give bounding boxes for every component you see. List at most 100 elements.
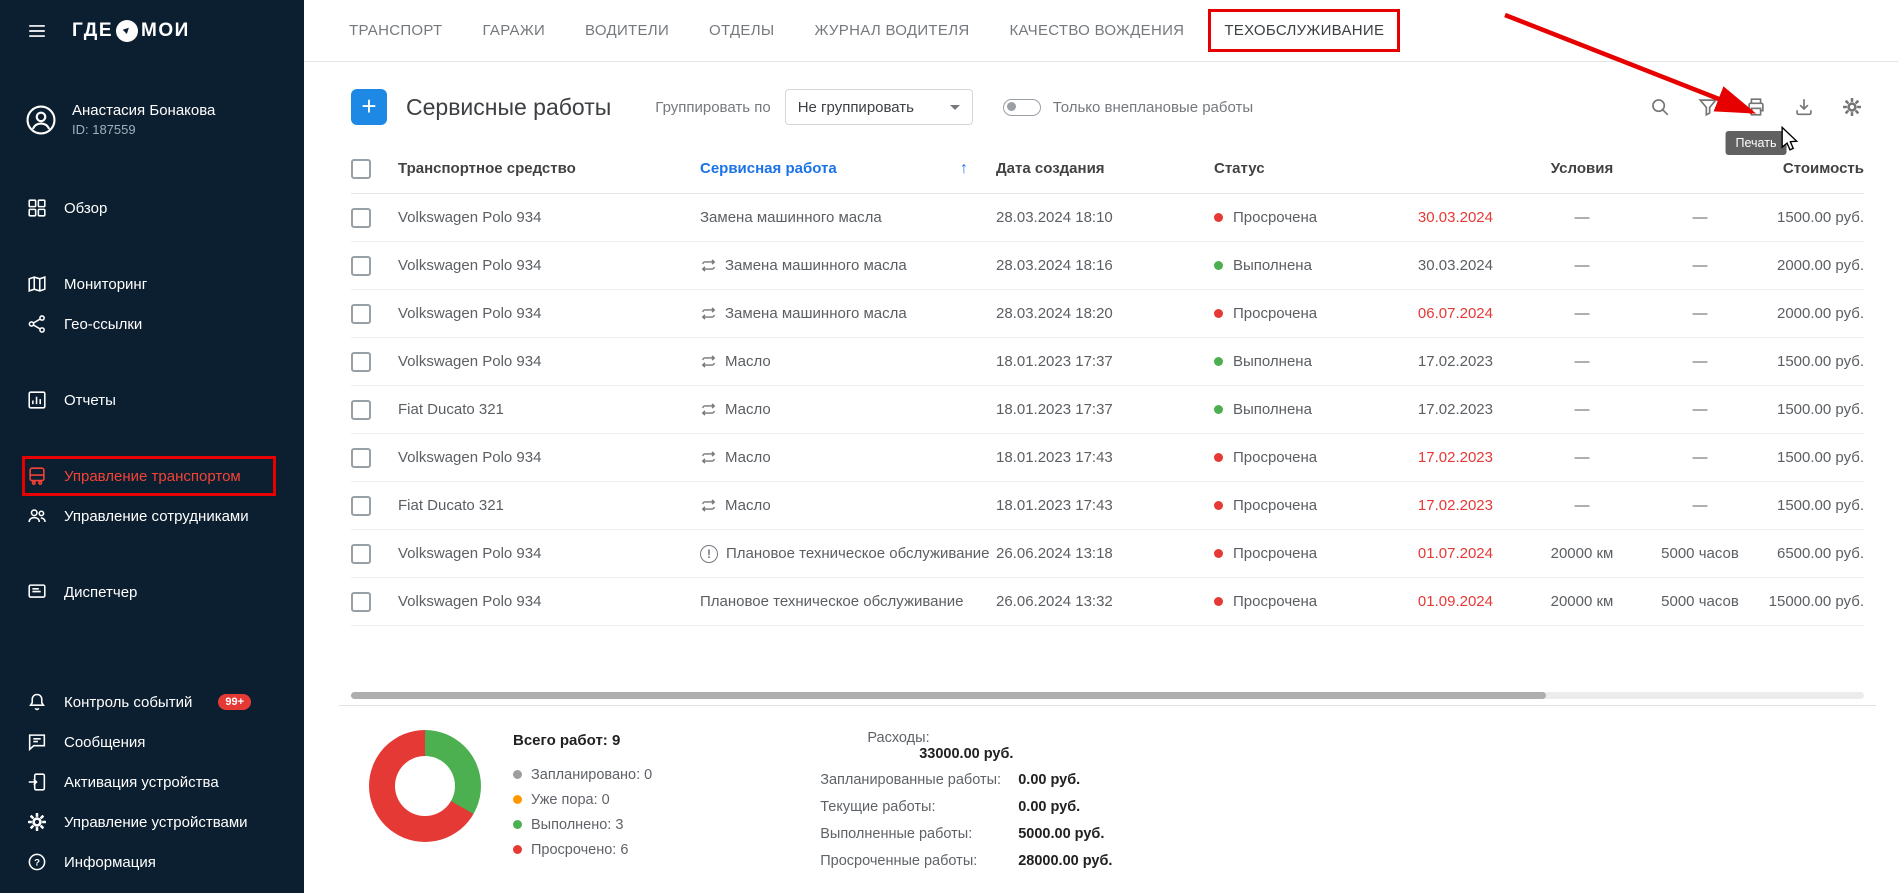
add-service-work-button[interactable]: + [351,89,387,125]
avatar [24,103,58,137]
cell-work: Масло [700,401,996,418]
sidebar-item-device-management[interactable]: Управление устройствами [0,802,304,842]
header-conditions[interactable]: Условия [1523,160,1641,177]
legend-item-done: Выполнено: 3 [513,812,652,837]
row-checkbox[interactable] [351,352,371,372]
sidebar-nav: Обзор Мониторинг Гео-ссылки Отчеты Управ… [0,188,304,882]
cell-condition-km: — [1523,449,1641,466]
sidebar-item-event-control[interactable]: Контроль событий 99+ [0,682,304,722]
sidebar-item-employee-management[interactable]: Управление сотрудниками [0,496,304,536]
tab-maintenance[interactable]: ТЕХОБСЛУЖИВАНИЕ [1204,0,1404,61]
status-dot [1214,261,1223,270]
expenses-value: 33000.00 руб. [919,746,1013,762]
tab-garages[interactable]: ГАРАЖИ [462,0,565,61]
toolbar-icons: Печать [1648,95,1864,119]
table-row: Fiat Ducato 321 Масло 18.01.2023 17:37 В… [351,386,1864,434]
print-icon [1745,96,1767,118]
dashboard-icon [26,197,48,219]
cell-condition-km: — [1523,401,1641,418]
app-window: ГДЕ ▲ МОИ Анастасия Бонакова ID: 187559 … [0,0,1898,893]
header-vehicle[interactable]: Транспортное средство [398,160,700,177]
cell-work: Замена машинного масла [700,305,996,322]
table-row: Fiat Ducato 321 Масло 18.01.2023 17:43 П… [351,482,1864,530]
table-header: Транспортное средство Сервисная работа↑ … [351,144,1864,194]
sidebar-item-information[interactable]: ? Информация [0,842,304,882]
tab-driver-journal[interactable]: ЖУРНАЛ ВОДИТЕЛЯ [794,0,989,61]
sidebar-item-label: Активация устройства [64,774,219,791]
cell-condition-km: — [1523,209,1641,226]
cell-due-date: 01.09.2024 [1411,593,1523,610]
sidebar-item-fleet-management[interactable]: Управление транспортом [0,456,304,496]
header-service-work[interactable]: Сервисная работа↑ [700,160,996,178]
sidebar-item-label: Управление сотрудниками [64,508,249,525]
user-profile[interactable]: Анастасия Бонакова ID: 187559 [0,102,304,137]
cell-status: Просрочена [1214,305,1411,322]
sidebar-item-device-activation[interactable]: Активация устройства [0,762,304,802]
unplanned-only-toggle[interactable] [1003,99,1041,116]
print-button[interactable]: Печать [1744,95,1768,119]
legend-dot-red [513,845,522,854]
tab-drivers[interactable]: ВОДИТЕЛИ [565,0,689,61]
tab-driving-quality[interactable]: КАЧЕСТВО ВОЖДЕНИЯ [989,0,1204,61]
header-cost[interactable]: Стоимость [1759,160,1864,177]
menu-icon[interactable] [26,20,48,42]
cell-work: Масло [700,497,996,514]
row-checkbox[interactable] [351,304,371,324]
filter-button[interactable] [1696,95,1720,119]
sidebar-item-label: Управление устройствами [64,814,248,831]
cell-created: 18.01.2023 17:37 [996,401,1214,418]
expense-row: Запланированные работы: 0.00 руб. [820,766,1112,793]
sidebar-item-label: Обзор [64,200,107,217]
row-checkbox[interactable] [351,544,371,564]
sort-asc-icon: ↑ [960,160,968,178]
sidebar-item-geo-links[interactable]: Гео-ссылки [0,304,304,344]
table-row: Volkswagen Polo 934 Масло 18.01.2023 17:… [351,338,1864,386]
cell-due-date: 01.07.2024 [1411,545,1523,562]
cell-cost: 15000.00 руб. [1759,593,1864,610]
cell-created: 28.03.2024 18:16 [996,257,1214,274]
cell-vehicle: Volkswagen Polo 934 [398,449,700,466]
scrollbar-thumb[interactable] [351,692,1546,699]
sidebar-item-dispatcher[interactable]: Диспетчер [0,572,304,612]
share-icon [26,313,48,335]
expense-row: Текущие работы: 0.00 руб. [820,793,1112,820]
tab-departments[interactable]: ОТДЕЛЫ [689,0,794,61]
settings-button[interactable] [1840,95,1864,119]
cell-due-date: 06.07.2024 [1411,305,1523,322]
header-created-date[interactable]: Дата создания [996,160,1214,177]
cell-cost: 2000.00 руб. [1759,305,1864,322]
sidebar-item-reports[interactable]: Отчеты [0,380,304,420]
group-by-value: Не группировать [798,99,914,116]
legend-dot-orange [513,795,522,804]
tab-transport[interactable]: ТРАНСПОРТ [329,0,462,61]
sidebar-item-overview[interactable]: Обзор [0,188,304,228]
group-by-dropdown[interactable]: Не группировать [785,89,973,125]
row-checkbox[interactable] [351,592,371,612]
cell-due-date: 30.03.2024 [1411,257,1523,274]
cell-status: Просрочена [1214,449,1411,466]
bus-icon [26,465,48,487]
row-checkbox[interactable] [351,400,371,420]
row-checkbox[interactable] [351,448,371,468]
cell-created: 18.01.2023 17:43 [996,497,1214,514]
repeat-icon [700,353,717,370]
status-dot [1214,501,1223,510]
cell-work: Масло [700,353,996,370]
question-icon: ? [26,851,48,873]
donut-legend: Всего работ: 9 Запланировано: 0 Уже пора… [513,730,652,874]
expenses-summary: Расходы: 33000.00 руб. Запланированные р… [820,730,1112,874]
people-icon [26,505,48,527]
search-button[interactable] [1648,95,1672,119]
cell-created: 28.03.2024 18:10 [996,209,1214,226]
cell-condition-km: — [1523,497,1641,514]
header-status[interactable]: Статус [1214,160,1411,177]
expense-row: Просроченные работы: 28000.00 руб. [820,847,1112,874]
download-button[interactable] [1792,95,1816,119]
row-checkbox[interactable] [351,208,371,228]
sidebar-item-monitoring[interactable]: Мониторинг [0,264,304,304]
status-dot [1214,405,1223,414]
select-all-checkbox[interactable] [351,159,371,179]
row-checkbox[interactable] [351,256,371,276]
sidebar-item-messages[interactable]: Сообщения [0,722,304,762]
row-checkbox[interactable] [351,496,371,516]
